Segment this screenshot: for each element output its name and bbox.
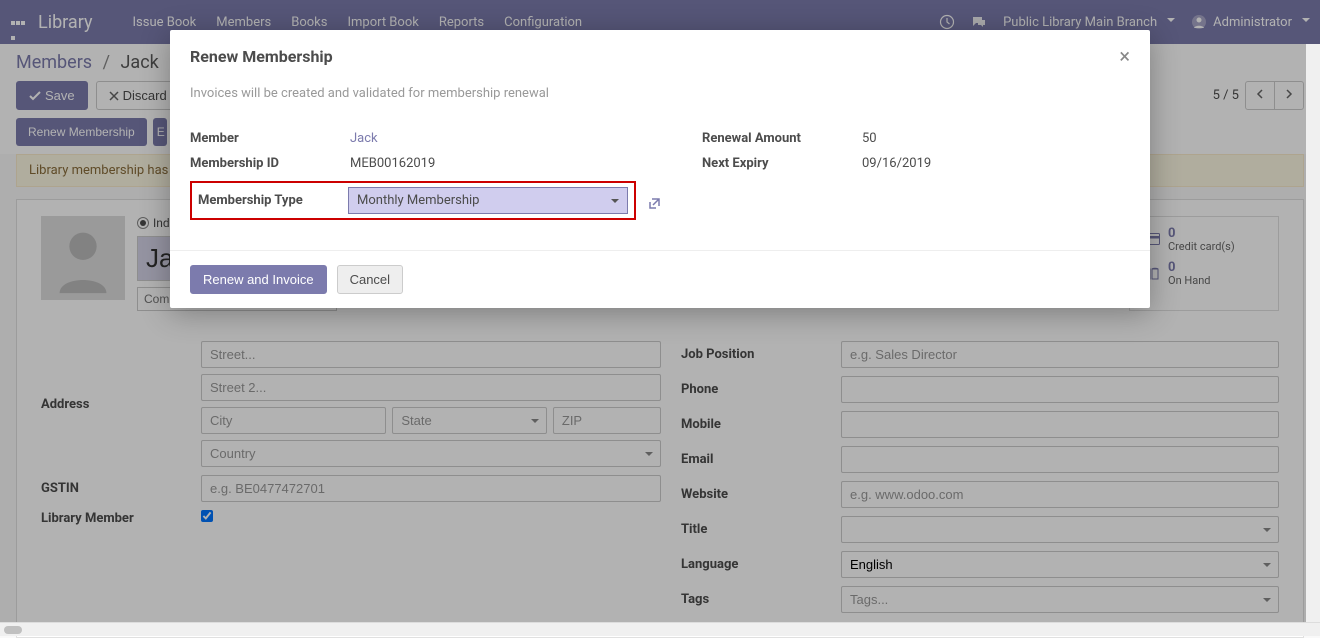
label-membership-type: Membership Type: [198, 193, 348, 208]
membership-id-value: MEB00162019: [350, 156, 636, 171]
next-expiry-value: 09/16/2019: [862, 156, 1130, 171]
vertical-scrollbar[interactable]: [1306, 44, 1320, 622]
renewal-amount-value: 50: [862, 131, 1130, 146]
modal-title: Renew Membership: [190, 47, 333, 66]
modal-close-button[interactable]: ×: [1119, 46, 1130, 66]
label-renewal-amount: Renewal Amount: [702, 131, 862, 146]
renew-and-invoice-button[interactable]: Renew and Invoice: [190, 265, 327, 294]
membership-type-highlight: Membership Type Monthly Membership: [190, 181, 636, 220]
modal-help-text: Invoices will be created and validated f…: [190, 86, 1130, 101]
label-member: Member: [190, 131, 350, 146]
external-link-icon[interactable]: [646, 196, 662, 212]
membership-type-select[interactable]: Monthly Membership: [348, 187, 628, 214]
member-link[interactable]: Jack: [350, 131, 378, 146]
renew-membership-modal: Renew Membership × Invoices will be crea…: [170, 30, 1150, 308]
label-membership-id: Membership ID: [190, 156, 350, 171]
horizontal-scrollbar[interactable]: [0, 622, 1320, 636]
cancel-button[interactable]: Cancel: [337, 265, 403, 294]
label-next-expiry: Next Expiry: [702, 156, 862, 171]
